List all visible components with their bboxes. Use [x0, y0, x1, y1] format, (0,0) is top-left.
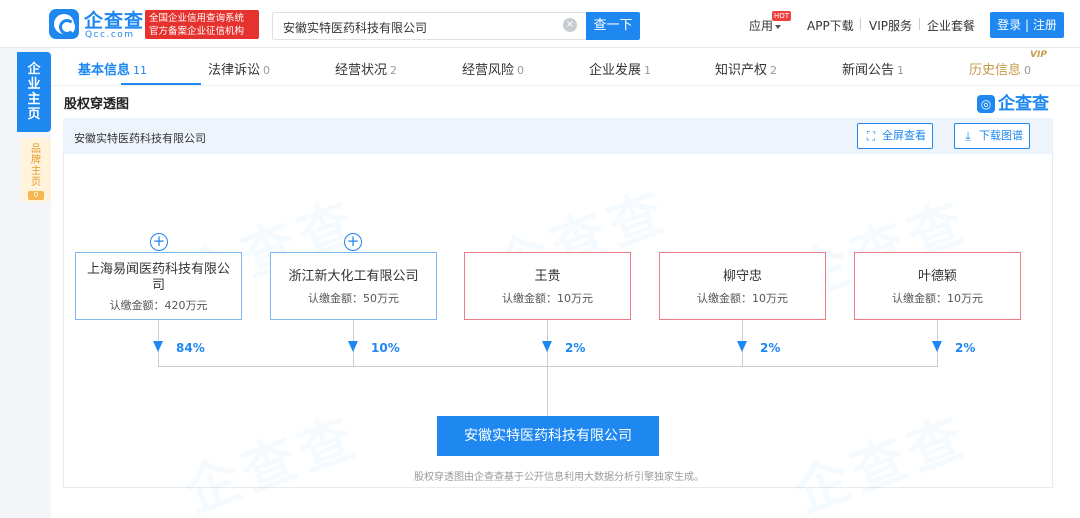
tab-count: 2	[770, 64, 778, 77]
tab-basic-info[interactable]: 基本信息 11	[78, 59, 147, 78]
shareholder-name: 柳守忠	[722, 269, 762, 284]
arrow-down-icon	[153, 341, 163, 352]
section-title: 股权穿透图	[64, 97, 130, 112]
shareholder-amount: 认缴金额：50万元	[308, 292, 399, 305]
tab-history[interactable]: 历史信息 0	[969, 59, 1031, 78]
share-percent: 2%	[760, 341, 781, 355]
qcc-logo-icon[interactable]	[49, 9, 79, 39]
expand-plus-icon[interactable]: +	[150, 233, 168, 251]
shareholder-node[interactable]: 叶德颖 认缴金额：10万元	[854, 252, 1021, 320]
nav-divider	[919, 18, 920, 30]
tab-label: 经营风险	[462, 63, 515, 78]
side-tab-brand-home-label: 品牌主页	[31, 144, 41, 188]
qcc-logo-text: 企查查	[998, 94, 1049, 114]
tab-development[interactable]: 企业发展 1	[589, 59, 651, 78]
tab-label: 历史信息	[969, 63, 1022, 78]
side-tab-brand-home[interactable]: 品牌主页 0	[21, 138, 51, 202]
tab-count: 0	[263, 64, 271, 77]
fullscreen-icon: ⛶	[866, 129, 876, 143]
app-download-link[interactable]: APP下载	[807, 17, 854, 34]
shareholder-name: 叶德颖	[917, 269, 957, 284]
active-tab-indicator	[121, 83, 201, 85]
clear-search-icon[interactable]: ×	[563, 18, 577, 32]
share-percent: 84%	[176, 341, 205, 355]
download-chart-button[interactable]: ⤓ 下载图谱	[954, 123, 1030, 149]
shareholder-amount: 认缴金额：10万元	[892, 292, 983, 305]
tab-label: 新闻公告	[842, 63, 895, 78]
tab-risk[interactable]: 经营风险 0	[462, 59, 524, 78]
tab-count: 1	[644, 64, 652, 77]
expand-plus-icon[interactable]: +	[344, 233, 362, 251]
share-percent: 10%	[371, 341, 400, 355]
shareholder-node[interactable]: 王贵 认缴金额：10万元	[464, 252, 631, 320]
login-register-button[interactable]: 登录 | 注册	[990, 12, 1064, 38]
fullscreen-button[interactable]: ⛶ 全屏查看	[857, 123, 933, 149]
shareholder-amount: 认缴金额：10万元	[697, 292, 788, 305]
tab-label: 法律诉讼	[208, 63, 261, 78]
vip-badge: VIP	[1030, 50, 1047, 60]
tab-count: 2	[390, 64, 398, 77]
qcc-brand-logo: ◎ 企查查	[977, 89, 1049, 114]
shareholder-node[interactable]: 浙江新大化工有限公司 认缴金额：50万元	[270, 252, 437, 320]
side-tab-company-home-label: 企业主页	[27, 62, 41, 122]
shareholder-amount: 认缴金额：420万元	[109, 299, 208, 312]
share-percent: 2%	[955, 341, 976, 355]
arrow-down-icon	[737, 341, 747, 352]
download-icon: ⤓	[965, 129, 971, 143]
shareholder-node[interactable]: 柳守忠 认缴金额：10万元	[659, 252, 826, 320]
shareholder-node[interactable]: 上海易闻医药科技有限公司 认缴金额：420万元	[75, 252, 242, 320]
share-percent: 2%	[565, 341, 586, 355]
vip-service-link[interactable]: VIP服务	[869, 17, 912, 34]
enterprise-plan-link[interactable]: 企业套餐	[927, 17, 975, 34]
tab-news[interactable]: 新闻公告 1	[842, 59, 904, 78]
shareholder-name: 王贵	[534, 269, 561, 284]
download-label: 下载图谱	[979, 129, 1023, 142]
tab-label: 经营状况	[335, 63, 388, 78]
arrow-down-icon	[932, 341, 942, 352]
shareholder-name: 浙江新大化工有限公司	[288, 269, 419, 284]
connector-bus-line	[158, 366, 938, 367]
top-navigation-bar: 企查查 Qcc.com 全国企业信用查询系统 官方备案企业征信机构 安徽实特医药…	[0, 0, 1080, 48]
hot-badge: HOT	[772, 11, 792, 21]
fullscreen-label: 全屏查看	[882, 129, 926, 142]
brand-count-badge: 0	[28, 191, 44, 200]
side-tab-company-home[interactable]: 企业主页	[17, 52, 51, 132]
tab-ip[interactable]: 知识产权 2	[715, 59, 777, 78]
connector-line	[547, 320, 548, 416]
logo-text[interactable]: 企查查	[84, 6, 144, 33]
tab-count: 11	[133, 64, 148, 77]
section-tabs: 基本信息 11 法律诉讼 0 经营状况 2 经营风险 0 企业发展 1 知识产权 2 新闻公…	[51, 48, 1080, 86]
shareholder-amount: 认缴金额：10万元	[502, 292, 593, 305]
cert-line-2: 官方备案企业征信机构	[149, 26, 245, 37]
shareholder-name: 上海易闻医药科技有限公司	[86, 262, 230, 293]
panel-company-name: 安徽实特医药科技有限公司	[74, 132, 206, 145]
tab-count: 0	[1024, 64, 1032, 77]
logo-subtitle: Qcc.com	[85, 30, 135, 40]
tab-count: 0	[517, 64, 525, 77]
tab-count: 1	[897, 64, 905, 77]
qcc-logo-icon: ◎	[977, 95, 995, 113]
tab-label: 企业发展	[589, 63, 642, 78]
search-input[interactable]: 安徽实特医药科技有限公司	[272, 12, 586, 40]
target-company-node[interactable]: 安徽实特医药科技有限公司	[437, 416, 659, 456]
cert-line-1: 全国企业信用查询系统	[149, 13, 245, 24]
tab-label: 知识产权	[715, 63, 768, 78]
chart-footnote: 股权穿透图由企查查基于公开信息利用大数据分析引擎独家生成。	[414, 472, 704, 483]
tab-label: 基本信息	[78, 63, 131, 78]
search-button[interactable]: 查一下	[586, 12, 640, 40]
tab-legal[interactable]: 法律诉讼 0	[208, 59, 270, 78]
arrow-down-icon	[348, 341, 358, 352]
nav-divider	[860, 18, 861, 30]
chevron-down-icon	[775, 24, 782, 29]
arrow-down-icon	[542, 341, 552, 352]
certification-badge: 全国企业信用查询系统 官方备案企业征信机构	[145, 10, 259, 39]
tab-operations[interactable]: 经营状况 2	[335, 59, 397, 78]
apps-menu-label: 应用	[749, 19, 774, 33]
